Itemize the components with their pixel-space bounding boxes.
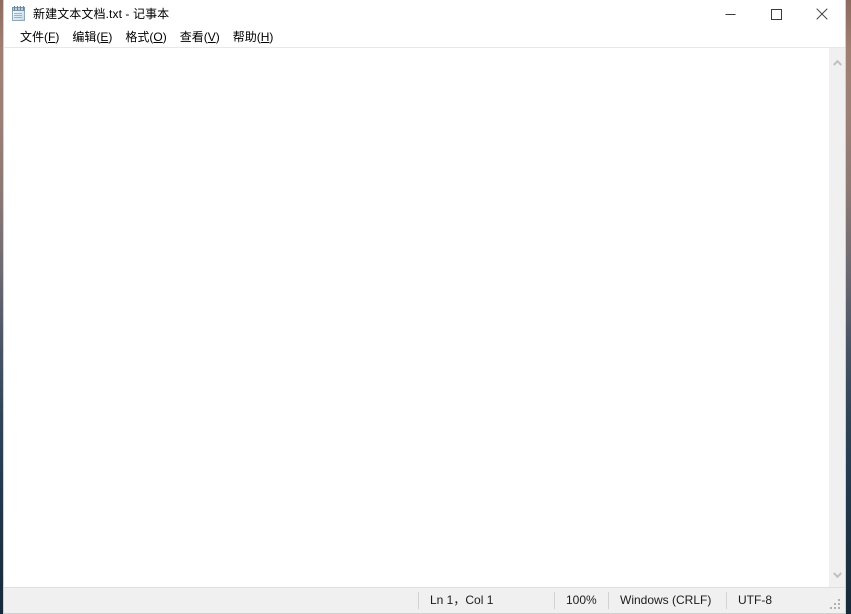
menu-item-view-accel: V bbox=[207, 29, 216, 44]
menu-item-format-accel: O bbox=[153, 29, 163, 44]
chevron-down-icon bbox=[833, 571, 842, 578]
scroll-down-arrow[interactable] bbox=[829, 566, 846, 583]
resize-grip[interactable] bbox=[830, 599, 842, 611]
scroll-up-arrow[interactable] bbox=[829, 54, 846, 71]
menu-item-file[interactable]: 文件(F) bbox=[14, 29, 66, 47]
text-editor[interactable] bbox=[4, 48, 828, 587]
menu-bar: 文件(F) 编辑(E) 格式(O) 查看(V) 帮助(H) bbox=[4, 28, 845, 47]
menu-item-file-text: 文件( bbox=[20, 29, 48, 44]
maximize-icon bbox=[770, 8, 782, 20]
minimize-button[interactable] bbox=[707, 0, 753, 28]
menu-item-edit-tail: ) bbox=[108, 29, 113, 44]
minimize-icon bbox=[725, 9, 736, 20]
menu-item-view[interactable]: 查看(V) bbox=[174, 29, 227, 47]
notepad-window: 新建文本文档.txt - 记事本 文件(F) 编辑(E) 格式(O) 查看(V)… bbox=[3, 0, 846, 614]
vertical-scrollbar[interactable] bbox=[828, 48, 845, 587]
chevron-up-icon bbox=[833, 59, 842, 66]
menu-item-help-tail: ) bbox=[269, 29, 274, 44]
menu-item-view-text: 查看( bbox=[179, 29, 208, 44]
status-line-ending[interactable]: Windows (CRLF) bbox=[608, 588, 726, 613]
editor-area bbox=[4, 47, 845, 587]
close-button[interactable] bbox=[799, 0, 845, 28]
status-encoding[interactable]: UTF-8 bbox=[726, 588, 826, 613]
close-icon bbox=[816, 8, 828, 20]
maximize-button[interactable] bbox=[753, 0, 799, 28]
menu-item-format-tail: ) bbox=[162, 29, 167, 44]
status-zoom-level[interactable]: 100% bbox=[554, 588, 608, 613]
window-controls bbox=[707, 0, 845, 28]
notepad-icon bbox=[11, 6, 27, 22]
menu-item-format[interactable]: 格式(O) bbox=[119, 29, 173, 47]
status-line-column: Ln 1，Col 1 bbox=[418, 588, 554, 613]
menu-item-file-tail: ) bbox=[55, 29, 60, 44]
title-bar[interactable]: 新建文本文档.txt - 记事本 bbox=[4, 0, 845, 28]
menu-item-help[interactable]: 帮助(H) bbox=[227, 29, 281, 47]
menu-item-edit-text: 编辑( bbox=[72, 29, 101, 44]
menu-item-view-tail: ) bbox=[215, 29, 220, 44]
status-bar: Ln 1，Col 1 100% Windows (CRLF) UTF-8 bbox=[4, 587, 845, 613]
window-title: 新建文本文档.txt - 记事本 bbox=[33, 7, 170, 21]
menu-item-edit[interactable]: 编辑(E) bbox=[66, 29, 119, 47]
menu-item-help-text: 帮助( bbox=[232, 29, 261, 44]
menu-item-format-text: 格式( bbox=[125, 29, 154, 44]
